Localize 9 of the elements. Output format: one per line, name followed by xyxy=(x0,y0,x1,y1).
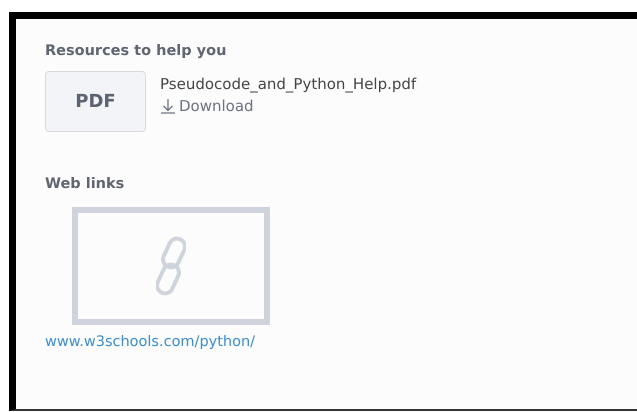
download-icon xyxy=(160,98,176,114)
link-thumbnail[interactable] xyxy=(72,207,270,325)
download-link[interactable]: Download xyxy=(160,97,416,115)
file-name: Pseudocode_and_Python_Help.pdf xyxy=(160,75,416,93)
section-heading: Web links xyxy=(45,176,126,192)
file-type-badge: PDF xyxy=(45,71,146,132)
link-icon xyxy=(156,236,186,296)
section-heading: Resources to help you xyxy=(45,43,228,59)
web-link[interactable]: www.w3schools.com/python/ xyxy=(45,334,256,350)
